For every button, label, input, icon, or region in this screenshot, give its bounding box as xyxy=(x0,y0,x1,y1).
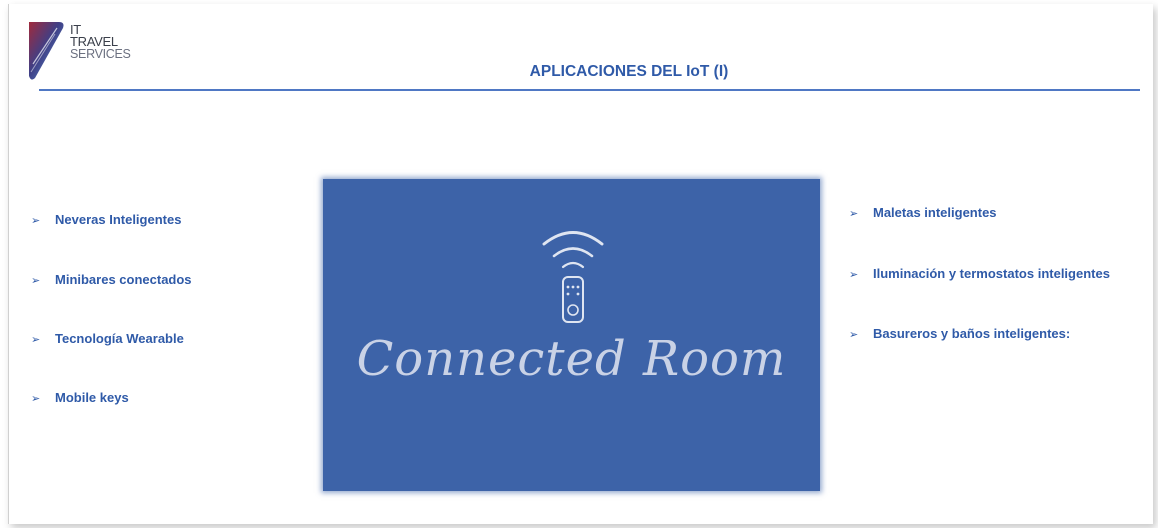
list-item: ➢ Iluminación y termostatos inteligentes xyxy=(849,266,1110,281)
logo-line-services: SERVICES xyxy=(70,47,131,61)
arrow-bullet-icon: ➢ xyxy=(31,274,41,287)
list-item: ➢ Maletas inteligentes xyxy=(849,205,997,220)
arrow-bullet-icon: ➢ xyxy=(31,333,41,346)
list-item-label: Neveras Inteligentes xyxy=(55,212,182,227)
list-item-label: Basureros y baños inteligentes: xyxy=(873,326,1071,341)
list-item-label: Minibares conectados xyxy=(55,272,192,287)
list-item: ➢ Neveras Inteligentes xyxy=(31,212,181,227)
company-logo: IT TRAVEL SERVICES xyxy=(25,20,155,86)
list-item: ➢ Mobile keys xyxy=(31,390,129,405)
title-divider xyxy=(39,89,1140,91)
connected-room-image: Connected Room xyxy=(323,179,820,491)
connected-room-caption: Connected Room xyxy=(356,331,787,387)
list-item: ➢ Minibares conectados xyxy=(31,272,192,287)
arrow-bullet-icon: ➢ xyxy=(849,268,859,281)
slide-title: APLICACIONES DEL IoT (I) xyxy=(529,63,729,80)
list-item-label: Iluminación y termostatos inteligentes xyxy=(873,266,1110,281)
logo-mark-icon xyxy=(29,22,64,80)
list-item: ➢ Tecnología Wearable xyxy=(31,331,184,346)
list-item: ➢ Basureros y baños inteligentes: xyxy=(849,326,1070,341)
arrow-bullet-icon: ➢ xyxy=(31,214,41,227)
logo-text: IT TRAVEL SERVICES xyxy=(70,23,131,61)
arrow-bullet-icon: ➢ xyxy=(31,392,41,405)
arrow-bullet-icon: ➢ xyxy=(849,207,859,220)
arrow-bullet-icon: ➢ xyxy=(849,328,859,341)
list-item-label: Maletas inteligentes xyxy=(873,205,997,220)
list-item-label: Tecnología Wearable xyxy=(55,331,184,346)
slide: IT TRAVEL SERVICES APLICACIONES DEL IoT … xyxy=(8,4,1153,524)
list-item-label: Mobile keys xyxy=(55,390,129,405)
